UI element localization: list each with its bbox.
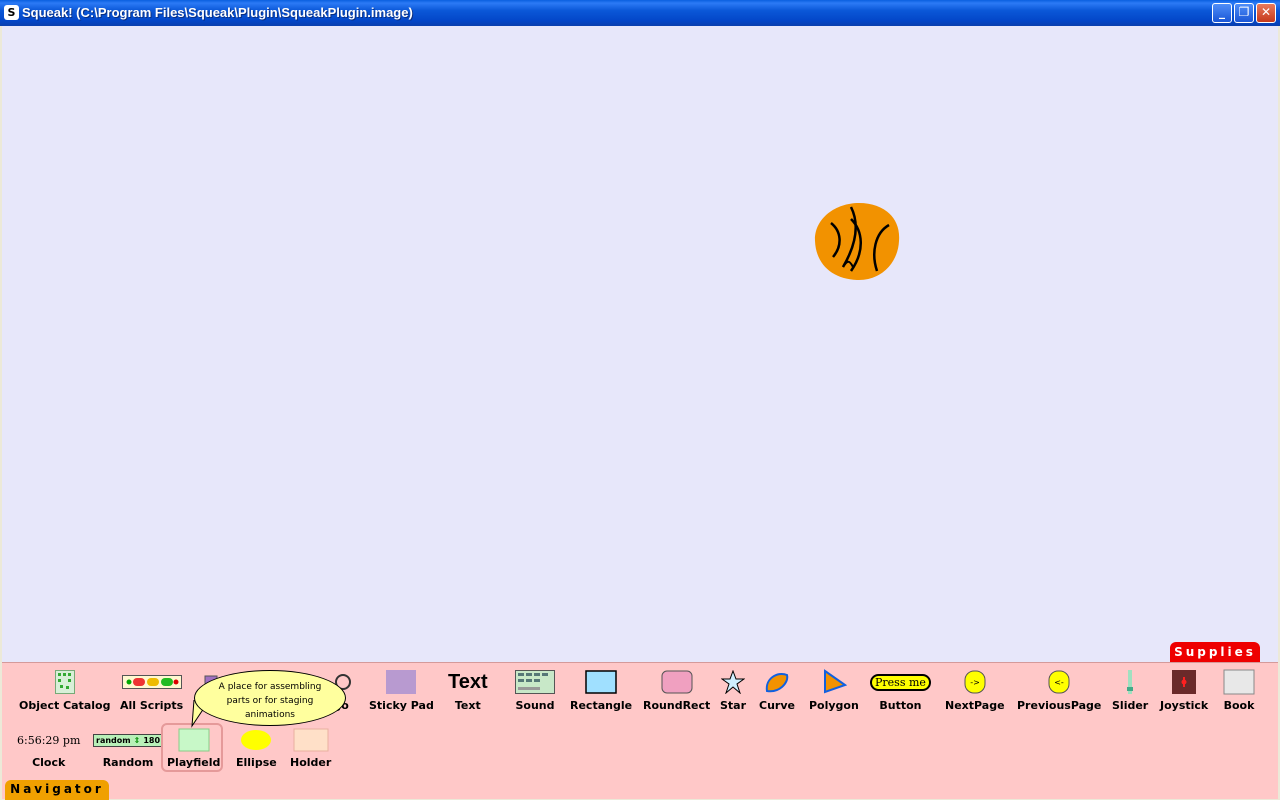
part-polygon[interactable]: Polygon: [809, 668, 859, 712]
part-text[interactable]: Text Text: [448, 668, 488, 713]
part-joystick[interactable]: Joystick: [1160, 668, 1208, 712]
part-label: Star: [720, 699, 747, 712]
navigator-flap-tab[interactable]: Navigator: [5, 780, 109, 800]
random-value: 180: [143, 735, 161, 745]
supplies-flap-tab[interactable]: Supplies: [1170, 642, 1260, 663]
press-me-thumbnail: Press me: [870, 673, 931, 691]
star-icon: [721, 668, 746, 696]
part-label: Playfield: [167, 756, 221, 769]
part-label: PreviousPage: [1017, 699, 1102, 712]
part-ellipse[interactable]: Ellipse: [236, 727, 277, 769]
part-slider[interactable]: Slider: [1112, 668, 1148, 712]
part-holder[interactable]: Holder: [290, 727, 331, 769]
part-label: Ellipse: [236, 756, 277, 769]
part-label: Text: [454, 699, 481, 712]
part-playfield[interactable]: Playfield: [167, 727, 220, 769]
part-all-scripts[interactable]: All Scripts: [120, 668, 183, 712]
book-icon: [1223, 668, 1255, 696]
restore-button[interactable]: ❐: [1234, 3, 1254, 23]
part-label: NextPage: [945, 699, 1005, 712]
part-label: Joystick: [1160, 699, 1209, 712]
previous-page-glyph: <-: [1054, 678, 1064, 687]
joystick-icon: [1171, 668, 1197, 696]
window-title: Squeak! (C:\Program Files\Squeak\Plugin\…: [22, 5, 413, 20]
part-label: Object Catalog: [19, 699, 111, 712]
part-label: Random: [102, 756, 154, 769]
all-scripts-icon: [121, 668, 182, 696]
part-star[interactable]: Star: [720, 668, 746, 712]
part-roundrect[interactable]: RoundRect: [643, 668, 710, 712]
part-object-catalog[interactable]: Object Catalog: [19, 668, 110, 712]
text-thumbnail: Text: [448, 670, 488, 693]
squeak-world[interactable]: [2, 26, 1278, 662]
part-nextpage[interactable]: -> NextPage: [945, 668, 1005, 712]
sound-recorder-icon: [515, 668, 555, 696]
part-button[interactable]: Press me Button: [870, 668, 931, 712]
part-random[interactable]: random ⇕ 180 Random: [93, 727, 164, 769]
roundrect-icon: [661, 668, 693, 696]
part-clock[interactable]: 6:56:29 pm Clock: [17, 727, 81, 770]
part-previouspage[interactable]: <- PreviousPage: [1017, 668, 1101, 712]
part-label: RoundRect: [643, 699, 711, 712]
polygon-icon: [821, 668, 847, 696]
random-word: random: [96, 735, 131, 745]
minimize-button[interactable]: _: [1212, 3, 1232, 23]
part-label: All Scripts: [120, 699, 184, 712]
part-label: Curve: [759, 699, 795, 712]
part-label: Button: [879, 699, 922, 712]
close-button[interactable]: ✕: [1256, 3, 1276, 23]
part-curve[interactable]: Curve: [759, 668, 795, 712]
part-rectangle[interactable]: Rectangle: [570, 668, 632, 712]
part-sound[interactable]: Sound: [515, 668, 555, 712]
part-sticky-pad[interactable]: Sticky Pad: [369, 668, 434, 712]
part-label: Rectangle: [570, 699, 633, 712]
part-label: Slider: [1112, 699, 1149, 712]
previous-page-icon: <-: [1048, 668, 1070, 696]
squeak-app-icon[interactable]: S: [4, 5, 19, 20]
part-label: Polygon: [809, 699, 859, 712]
random-tile: random ⇕ 180: [93, 733, 164, 747]
clock-time-display: 6:56:29 pm: [17, 733, 81, 747]
part-label: Clock: [32, 756, 66, 769]
object-catalog-icon: [54, 668, 75, 696]
sticky-pad-icon: [385, 668, 417, 696]
playfield-icon: [178, 727, 210, 753]
part-label: Sound: [515, 699, 555, 712]
part-label: Book: [1223, 699, 1255, 712]
help-balloon: A place for assembling parts or for stag…: [194, 670, 346, 726]
next-page-glyph: ->: [970, 678, 980, 687]
part-label: Holder: [290, 756, 332, 769]
holder-icon: [293, 727, 329, 753]
window-title-bar[interactable]: S Squeak! (C:\Program Files\Squeak\Plugi…: [0, 0, 1280, 26]
slider-icon: [1126, 668, 1134, 696]
up-down-arrows-icon: ⇕: [133, 735, 141, 745]
rectangle-icon: [585, 668, 617, 696]
ellipse-icon: [239, 727, 273, 753]
painted-ball-sketch[interactable]: [813, 201, 905, 285]
part-book[interactable]: Book: [1223, 668, 1255, 712]
curve-icon: [763, 668, 791, 696]
next-page-icon: ->: [964, 668, 986, 696]
part-label: Sticky Pad: [369, 699, 434, 712]
